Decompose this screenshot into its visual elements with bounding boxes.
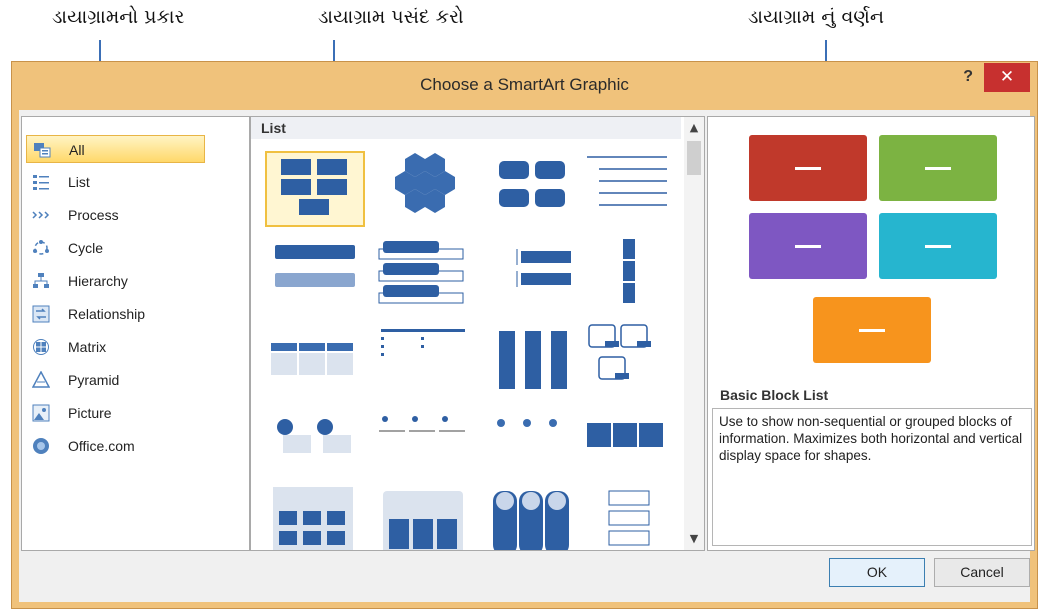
gallery-header: List <box>251 117 681 139</box>
category-item-office-com[interactable]: Office.com <box>26 432 205 460</box>
vertical-block-list-icon <box>623 239 635 303</box>
category-label: Process <box>68 207 119 223</box>
lined-list-icon <box>587 156 667 206</box>
hierarchy-icon <box>33 273 49 288</box>
category-label: Hierarchy <box>68 273 128 289</box>
ok-button[interactable]: OK <box>829 558 925 587</box>
layout-basic-block-list[interactable] <box>265 151 365 227</box>
pyramid-icon <box>32 371 50 388</box>
category-item-picture[interactable]: Picture <box>26 399 205 427</box>
category-label: Cycle <box>68 240 104 256</box>
cancel-button[interactable]: Cancel <box>934 558 1030 587</box>
layout-description: Use to show non-sequential or grouped bl… <box>712 408 1032 546</box>
category-item-matrix[interactable]: Matrix <box>26 333 205 361</box>
picture-icon <box>32 404 50 422</box>
gallery-scrollbar[interactable]: ▲ ▼ <box>684 117 704 550</box>
bending-picture-icon <box>588 324 651 380</box>
preview-block-cyan <box>879 213 997 279</box>
bubble-list-icon <box>277 419 351 453</box>
matrix-icon <box>33 339 49 355</box>
layout-picture-accent-list[interactable] <box>485 323 585 399</box>
layout-lined-list[interactable] <box>579 151 679 227</box>
cycle-icon <box>33 240 49 255</box>
relationship-icon <box>32 305 50 323</box>
preview-block-red <box>749 135 867 201</box>
rounded-block-list-icon <box>499 161 565 207</box>
category-item-cycle[interactable]: Cycle <box>26 234 205 262</box>
category-item-pyramid[interactable]: Pyramid <box>26 366 205 394</box>
timeline-list-icon <box>379 416 465 432</box>
category-label: Picture <box>68 405 112 421</box>
all-icon <box>34 143 51 158</box>
layout-rounded-block-list[interactable] <box>485 151 585 227</box>
category-label: Matrix <box>68 339 107 355</box>
preview-block-purple <box>749 213 867 279</box>
category-item-process[interactable]: Process <box>26 201 205 229</box>
layout-bending-picture-accent-list[interactable] <box>579 323 679 399</box>
stacked-list-icon <box>273 487 353 550</box>
preview-block-orange <box>813 297 931 363</box>
preview-block-green <box>879 135 997 201</box>
vertical-bracket-list-icon <box>516 249 571 287</box>
basic-block-list-icon <box>281 159 347 215</box>
layout-tab-list[interactable] <box>579 487 679 550</box>
preview-panel: Basic Block List Use to show non-sequent… <box>707 116 1035 551</box>
layout-table-list[interactable] <box>375 487 475 550</box>
horizontal-bullet-list-icon <box>271 343 353 375</box>
smartart-dialog: Choose a SmartArt Graphic ? ✕ All List P… <box>11 61 1038 609</box>
office-com-icon <box>33 438 49 454</box>
layout-vertical-box-list[interactable] <box>375 237 475 313</box>
vertical-bullet-list-icon <box>275 245 355 287</box>
layout-timeline-list[interactable] <box>375 409 475 485</box>
process-icon <box>32 211 50 219</box>
layout-horizontal-bullet-list[interactable] <box>265 323 365 399</box>
layout-vertical-bullet-list[interactable] <box>265 237 365 313</box>
dialog-title: Choose a SmartArt Graphic <box>420 75 629 94</box>
continuous-picture-list-icon <box>493 491 569 550</box>
category-label: Relationship <box>68 306 146 322</box>
layout-name: Basic Block List <box>720 387 829 403</box>
title-bar[interactable]: Choose a SmartArt Graphic ? ✕ <box>12 62 1037 108</box>
list-icon <box>33 175 49 190</box>
category-label: List <box>68 174 90 190</box>
square-accent-list-icon <box>381 329 465 356</box>
layout-grouped-blocks[interactable] <box>579 409 679 485</box>
layout-vertical-bracket-list[interactable] <box>485 237 585 313</box>
scroll-down-icon[interactable]: ▼ <box>684 530 704 548</box>
layout-hexagon-list[interactable] <box>375 151 475 227</box>
category-label: Pyramid <box>68 372 120 388</box>
arrow-list-icon <box>497 419 557 427</box>
category-item-all[interactable]: All <box>26 135 205 163</box>
scroll-up-icon[interactable]: ▲ <box>684 119 704 137</box>
category-item-relationship[interactable]: Relationship <box>26 300 205 328</box>
table-list-icon <box>383 491 463 550</box>
category-item-hierarchy[interactable]: Hierarchy <box>26 267 205 295</box>
layout-stacked-list[interactable] <box>265 487 365 550</box>
layout-arrow-list[interactable] <box>485 409 585 485</box>
close-button[interactable]: ✕ <box>984 63 1030 92</box>
category-label: All <box>69 142 85 158</box>
scroll-thumb[interactable] <box>687 141 701 175</box>
picture-accent-list-icon <box>499 331 567 389</box>
category-panel: All List Process Cycle Hierarchy Relatio… <box>21 116 250 551</box>
vertical-box-list-icon <box>378 241 464 304</box>
layout-bubble-list[interactable] <box>265 409 365 485</box>
layout-continuous-picture-list[interactable] <box>485 487 585 550</box>
tab-list-icon <box>608 490 650 546</box>
layout-vertical-block-list[interactable] <box>579 237 679 313</box>
dialog-body: All List Process Cycle Hierarchy Relatio… <box>19 110 1035 602</box>
hexagon-list-icon <box>395 153 455 213</box>
gallery-panel: List ▲ ▼ <box>250 116 705 551</box>
grouped-blocks-icon <box>587 423 663 447</box>
layout-square-accent-list[interactable] <box>375 323 475 399</box>
category-label: Office.com <box>68 438 135 454</box>
category-item-list[interactable]: List <box>26 168 205 196</box>
help-button[interactable]: ? <box>963 68 973 86</box>
